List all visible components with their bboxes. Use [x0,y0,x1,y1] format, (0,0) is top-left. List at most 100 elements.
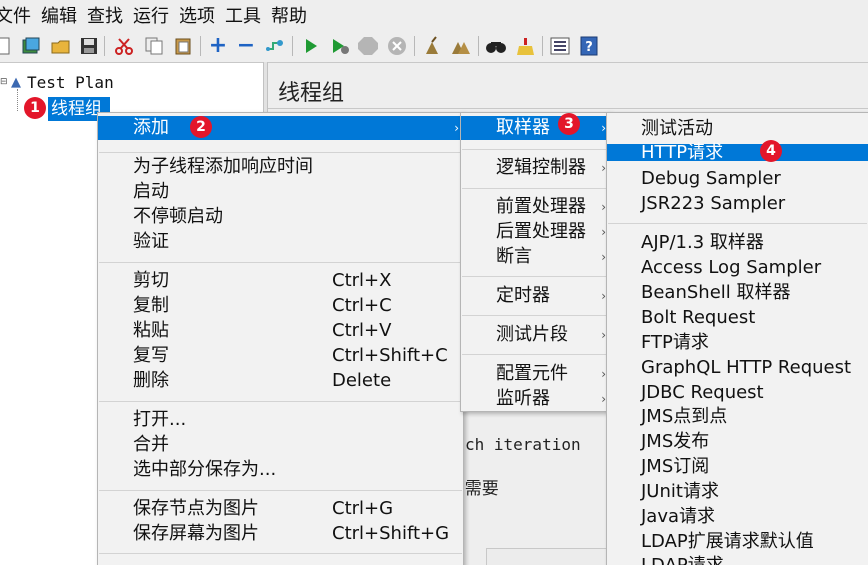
menu-help[interactable]: 帮助 [268,0,310,33]
tree-node-label: Test Plan [27,72,114,92]
menu-bar: 文件 编辑 查找 运行 选项 工具 帮助 [0,0,868,33]
menu-item-logic-controller[interactable]: 逻辑控制器 › [461,156,610,180]
tree-connector [17,89,18,111]
clear-all-icon[interactable] [450,35,472,57]
background-label: l需要 [460,479,499,499]
menu-item-start-no-pause[interactable]: 不停顿启动 [98,205,463,229]
toggle-icon[interactable] [264,35,286,57]
menu-search[interactable]: 查找 [84,0,126,33]
start-icon[interactable] [300,35,322,57]
background-label: ch iteration [465,435,581,454]
menu-item-post-processor[interactable]: 后置处理器 › [461,220,610,244]
menu-item-test-fragment[interactable]: 测试片段 › [461,323,610,347]
menu-item-copy[interactable]: 复制 Ctrl+C [98,294,463,318]
copy-icon[interactable] [143,35,165,57]
menu-item-delete[interactable]: 删除 Delete [98,369,463,393]
menu-item-start[interactable]: 启动 [98,180,463,204]
collapse-toggle-icon[interactable]: ⊟ [0,77,8,87]
menu-separator [462,188,609,189]
menu-item-add-response-time[interactable]: 为子线程添加响应时间 [98,155,463,179]
menu-item-sampler[interactable]: 取样器 › [461,116,610,140]
menu-item-listener[interactable]: 监听器 › [461,387,610,411]
menu-separator [99,553,462,554]
menu-item-test-action[interactable]: 测试活动 [607,117,868,141]
menu-item-config-element[interactable]: 配置元件 › [461,362,610,386]
templates-icon[interactable] [20,35,42,57]
menu-item-cut[interactable]: 剪切 Ctrl+X [98,269,463,293]
menu-item-jms-point-to-point[interactable]: JMS点到点 [607,405,868,429]
menu-item-jms-publisher[interactable]: JMS发布 [607,430,868,454]
stop-icon[interactable] [357,35,379,57]
menu-item-timer[interactable]: 定时器 › [461,284,610,308]
menu-item-validate[interactable]: 验证 [98,230,463,254]
menu-item-ajp-sampler[interactable]: AJP/1.3 取样器 [607,231,868,255]
help-icon[interactable]: ? [578,35,600,57]
title-divider [268,108,868,109]
menu-edit[interactable]: 编辑 [38,0,80,33]
add-submenu: 取样器 › 逻辑控制器 › 前置处理器 › 后置处理器 › 断言 › 定时器 › 测试片段 ›… [460,112,611,412]
toolbar: + − ? [0,33,868,61]
menu-item-beanshell-sampler[interactable]: BeanShell 取样器 [607,281,868,305]
menu-item-access-log-sampler[interactable]: Access Log Sampler [607,256,868,280]
menu-item-graphql-request[interactable]: GraphQL HTTP Request [607,356,868,380]
save-icon[interactable] [78,35,100,57]
menu-separator [608,223,867,224]
menu-item-ftp-request[interactable]: FTP请求 [607,331,868,355]
menu-separator [462,149,609,150]
test-plan-icon: ▲ [11,74,21,90]
start-no-pause-icon[interactable] [329,35,351,57]
shutdown-icon[interactable] [386,35,408,57]
menu-item-pre-processor[interactable]: 前置处理器 › [461,195,610,219]
context-menu: 添加 › 为子线程添加响应时间 启动 不停顿启动 验证 剪切 Ctrl+X 复制 C… [97,112,464,565]
menu-tools[interactable]: 工具 [222,0,264,33]
clear-icon[interactable] [421,35,443,57]
menu-item-paste[interactable]: 粘贴 Ctrl+V [98,319,463,343]
cut-icon[interactable] [113,35,135,57]
reset-search-icon[interactable] [514,35,536,57]
background-field [486,548,616,565]
menu-item-save-screen-image[interactable]: 保存屏幕为图片 Ctrl+Shift+G [98,522,463,546]
menu-separator [99,262,462,263]
menu-item-duplicate[interactable]: 复写 Ctrl+Shift+C [98,344,463,368]
menu-separator [462,354,609,355]
menu-options[interactable]: 选项 [176,0,218,33]
menu-item-debug-sampler[interactable]: Debug Sampler [607,167,868,191]
menu-run[interactable]: 运行 [130,0,172,33]
sampler-submenu: 测试活动 HTTP请求 Debug Sampler JSR223 Sampler… [606,112,868,565]
menu-item-save-selection[interactable]: 选中部分保存为... [98,458,463,482]
menu-file[interactable]: 文件 [0,0,34,33]
menu-item-ldap-request[interactable]: LDAP请求 [607,554,868,565]
menu-separator [99,152,462,153]
menu-item-assertion[interactable]: 断言 › [461,245,610,269]
menu-item-jms-subscriber[interactable]: JMS订阅 [607,455,868,479]
collapse-icon[interactable]: − [235,35,257,57]
open-icon[interactable] [50,35,72,57]
step-badge-2: 2 [190,116,212,138]
menu-item-jdbc-request[interactable]: JDBC Request [607,381,868,405]
new-icon[interactable] [0,35,14,57]
menu-item-junit-request[interactable]: JUnit请求 [607,480,868,504]
submenu-arrow-icon: › [454,121,459,135]
step-badge-1: 1 [24,97,46,119]
menu-item-java-request[interactable]: Java请求 [607,505,868,529]
menu-item-merge[interactable]: 合并 [98,433,463,457]
svg-text:?: ? [585,40,593,55]
step-badge-3: 3 [558,113,580,135]
page-title: 线程组 [278,81,345,106]
menu-item-jsr223-sampler[interactable]: JSR223 Sampler [607,192,868,216]
function-helper-icon[interactable] [549,35,571,57]
menu-item-open[interactable]: 打开... [98,408,463,432]
menu-item-add[interactable]: 添加 › [98,116,463,140]
menu-item-bolt-request[interactable]: Bolt Request [607,306,868,330]
step-badge-4: 4 [760,140,782,162]
paste-icon[interactable] [172,35,194,57]
menu-separator [462,315,609,316]
menu-item-http-request[interactable]: HTTP请求 [607,144,868,162]
menu-separator [462,276,609,277]
menu-separator [99,401,462,402]
menu-item-save-node-image[interactable]: 保存节点为图片 Ctrl+G [98,497,463,521]
menu-separator [99,490,462,491]
search-icon[interactable] [485,35,507,57]
expand-icon[interactable]: + [207,35,229,57]
menu-item-ldap-extended-defaults[interactable]: LDAP扩展请求默认值 [607,530,868,554]
